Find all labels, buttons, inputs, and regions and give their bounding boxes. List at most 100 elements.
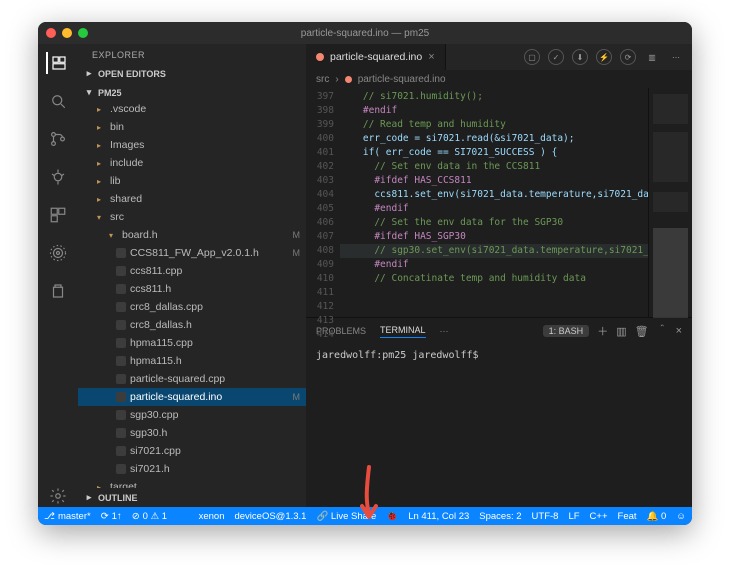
breadcrumb[interactable]: src › particle-squared.ino [306,70,692,88]
action-2-icon[interactable]: ✓ [548,49,564,65]
panel-tab-terminal[interactable]: TERMINAL [380,325,426,338]
status-bar: ⎇master* ⟳1↑ ⊘0 ⚠ 1 xenon deviceOS@1.3.1 🔗 L… [38,507,692,525]
status-eol[interactable]: LF [568,511,579,522]
explorer-icon[interactable] [46,52,68,74]
code-editor[interactable]: // si7021.humidity(); #endif // Read tem… [340,88,648,317]
more-actions-icon[interactable]: ⋯ [668,49,684,65]
maximize-panel-icon[interactable]: ＾ [657,323,668,339]
file-item[interactable]: si7021.cpp [78,442,306,460]
folder-icon: ▸ [92,138,106,152]
action-1-icon[interactable]: ▢ [524,49,540,65]
status-smile[interactable]: ☺ [676,511,686,522]
item-label: lib [110,175,300,187]
chevron-down-icon: ▾ [84,87,94,98]
folder-item[interactable]: ▸ bin [78,118,306,136]
status-enc[interactable]: UTF-8 [532,511,559,522]
folder-item[interactable]: ▸ lib [78,172,306,190]
close-icon[interactable]: × [428,51,434,63]
outline-section[interactable]: ▸OUTLINE [78,490,306,505]
split-terminal-icon[interactable]: ▥ [616,325,626,338]
debug-icon[interactable] [47,166,69,188]
maximize-window-icon[interactable] [78,28,88,38]
file-item[interactable]: ccs811.h [78,280,306,298]
status-bug[interactable]: 🐞 [386,511,398,522]
folder-item[interactable]: ▸ include [78,154,306,172]
sync-icon: ⟳ [101,511,109,522]
terminal-body[interactable]: jaredwolff:pm25 jaredwolff$ [306,344,692,507]
search-icon[interactable] [47,90,69,112]
item-label: ccs811.cpp [130,265,300,277]
action-5-icon[interactable]: ⟳ [620,49,636,65]
tab-active[interactable]: particle-squared.ino × [306,44,446,70]
folder-item[interactable]: ▸ .vscode [78,100,306,118]
file-item[interactable]: crc8_dallas.h [78,316,306,334]
item-label: particle-squared.ino [130,391,289,403]
status-device[interactable]: xenon [199,511,225,522]
file-icon [116,464,126,474]
status-branch[interactable]: ⎇master* [44,511,91,522]
status-spaces[interactable]: Spaces: 2 [479,511,521,522]
window-title: particle-squared.ino — pm25 [38,28,692,39]
status-bell[interactable]: 🔔 0 [647,511,667,522]
new-terminal-icon[interactable]: ＋ [597,323,608,339]
status-devos[interactable]: deviceOS@1.3.1 [234,511,306,522]
file-item[interactable]: particle-squared.inoM [78,388,306,406]
file-item[interactable]: si7021.h [78,460,306,478]
status-errwarn[interactable]: ⊘0 ⚠ 1 [132,511,167,522]
action-3-icon[interactable]: ⬇ [572,49,588,65]
particle-icon[interactable] [47,242,69,264]
status-livesh[interactable]: 🔗 Live Share [316,511,376,522]
action-4-icon[interactable]: ⚡ [596,49,612,65]
item-label: CCS811_FW_App_v2.0.1.h [130,247,289,259]
item-label: particle-squared.cpp [130,373,300,385]
explorer-sidebar: EXPLORER ▸OPEN EDITORS ▾PM25 ▸ .vscode▸ … [78,44,306,507]
minimap[interactable] [648,88,692,317]
folder-item[interactable]: ▸ Images [78,136,306,154]
folder-icon: ▸ [92,120,106,134]
branch-icon: ⎇ [44,511,55,522]
source-control-icon[interactable] [47,128,69,150]
workspace-section[interactable]: ▾PM25 [78,85,306,100]
folder-icon: ▸ [92,174,106,188]
terminal-selector[interactable]: 1: bash [543,325,590,337]
settings-gear-icon[interactable] [47,485,69,507]
file-item[interactable]: particle-squared.cpp [78,370,306,388]
jar-icon[interactable] [47,280,69,302]
status-pos[interactable]: Ln 411, Col 23 [408,511,469,522]
item-label: crc8_dallas.h [130,319,300,331]
extensions-icon[interactable] [47,204,69,226]
item-label: hpma115.h [130,355,300,367]
open-editors-section[interactable]: ▸OPEN EDITORS [78,66,306,81]
breadcrumb-segment[interactable]: particle-squared.ino [358,74,446,85]
file-item[interactable]: crc8_dallas.cpp [78,298,306,316]
file-item[interactable]: hpma115.cpp [78,334,306,352]
status-lang[interactable]: C++ [590,511,608,522]
close-window-icon[interactable] [46,28,56,38]
folder-item[interactable]: ▾ board.hM [78,226,306,244]
terminal-prompt: jaredwolff:pm25 jaredwolff$ [316,350,479,361]
item-label: si7021.h [130,463,300,475]
file-item[interactable]: hpma115.h [78,352,306,370]
item-label: src [110,211,300,223]
file-item[interactable]: sgp30.h [78,424,306,442]
folder-item[interactable]: ▾ src [78,208,306,226]
close-panel-icon[interactable]: × [676,325,682,337]
breadcrumb-segment[interactable]: src [316,74,329,85]
file-item[interactable]: ccs811.cpp [78,262,306,280]
file-icon [345,76,352,83]
status-sync[interactable]: ⟳1↑ [101,511,122,522]
item-label: board.h [122,229,289,241]
folder-icon: ▸ [92,192,106,206]
status-feat[interactable]: Feat [618,511,637,522]
file-item[interactable]: sgp30.cpp [78,406,306,424]
split-editor-icon[interactable]: ▥ [644,49,660,65]
file-icon [116,302,126,312]
panel-tab-more[interactable]: ··· [440,326,449,336]
file-icon [116,446,126,456]
file-item[interactable]: CCS811_FW_App_v2.0.1.hM [78,244,306,262]
file-icon [116,338,126,348]
folder-item[interactable]: ▸ target [78,478,306,488]
minimize-window-icon[interactable] [62,28,72,38]
kill-terminal-icon[interactable]: 🗑 [635,325,649,338]
folder-item[interactable]: ▸ shared [78,190,306,208]
